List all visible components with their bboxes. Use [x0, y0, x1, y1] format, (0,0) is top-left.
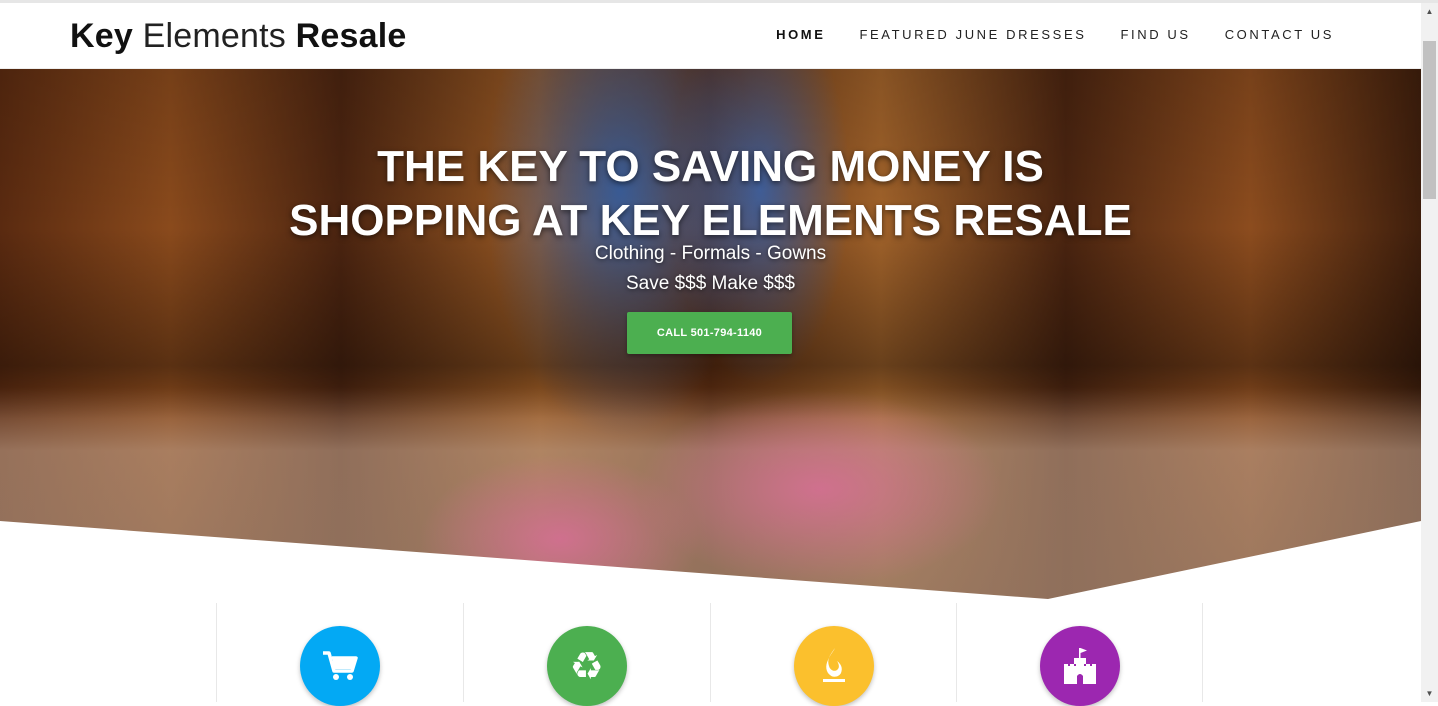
logo-word-resale: Resale: [295, 17, 407, 55]
scroll-up-arrow-icon[interactable]: ▲: [1421, 3, 1438, 20]
site-logo[interactable]: Key Elements Resale: [70, 17, 406, 56]
hero-subtitle: Clothing - Formals - Gowns Save $$$ Make…: [0, 239, 1421, 299]
scroll-down-arrow-icon[interactable]: ▼: [1421, 685, 1438, 702]
feature-card: ♻: [462, 603, 710, 706]
hero-title: THE KEY TO SAVING MONEY IS SHOPPING AT K…: [289, 142, 1132, 246]
recycle-icon: ♻: [546, 626, 627, 706]
nav-find-us[interactable]: FIND US: [1120, 27, 1190, 42]
castle-icon: [1040, 626, 1121, 706]
nav-featured-june-dresses[interactable]: FEATURED JUNE DRESSES: [859, 27, 1086, 42]
feature-card: [709, 603, 957, 706]
shopping-cart-icon: [300, 626, 380, 706]
page-scrollbar[interactable]: ▲ ▼: [1421, 3, 1438, 702]
site-header: Key Elements Resale HOME FEATURED JUNE D…: [0, 3, 1421, 69]
logo-word-elements: Elements: [142, 17, 286, 55]
logo-word-key: Key: [70, 17, 133, 55]
main-nav: HOME FEATURED JUNE DRESSES FIND US CONTA…: [742, 27, 1334, 42]
hero-subtitle-line-2: Save $$$ Make $$$: [625, 273, 795, 294]
nav-contact-us[interactable]: CONTACT US: [1225, 27, 1334, 42]
hero-section: THE KEY TO SAVING MONEY IS SHOPPING AT K…: [0, 69, 1421, 599]
features-row: ♻: [216, 603, 1203, 706]
scrollbar-thumb[interactable]: [1423, 41, 1436, 199]
call-button[interactable]: CALL 501-794-1140: [627, 312, 792, 354]
feature-card: [216, 603, 463, 706]
nav-home[interactable]: HOME: [776, 27, 825, 42]
flame-icon: [793, 626, 874, 706]
hero-subtitle-line-1: Clothing - Formals - Gowns: [594, 243, 827, 264]
feature-card: [956, 603, 1203, 706]
